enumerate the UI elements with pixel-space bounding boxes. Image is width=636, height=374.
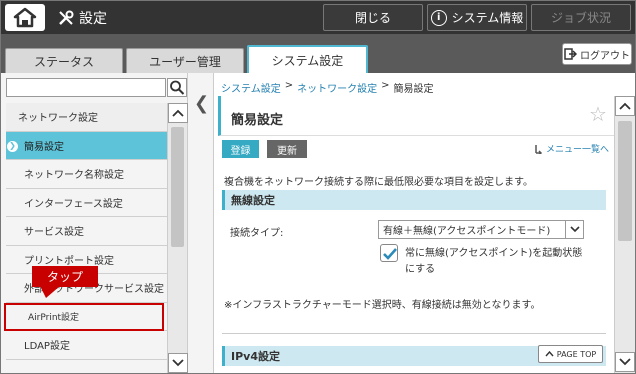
tools-icon (59, 10, 74, 25)
system-info-label: システム情報 (451, 11, 524, 25)
menu-item-label: プリントポート設定 (24, 255, 114, 267)
intro-text: 複合機をネットワーク接続する際に最低限必要な項目を設定します。 (224, 177, 533, 188)
search-button[interactable] (167, 78, 187, 97)
main-content: 簡易設定 ☆ 登録 更新 メニュー一覧へ 複合機をネットワーク接続する際に最低限… (218, 96, 614, 372)
scroll-down-button[interactable] (615, 352, 635, 372)
menu-item-label: インターフェース設定 (24, 198, 123, 210)
chevron-right-icon: ❯ (7, 140, 18, 152)
connection-type-value: 有線＋無線(アクセスポイントモード) (383, 226, 551, 237)
scroll-down-button[interactable] (168, 353, 188, 373)
menu-item-label: ネットワーク設定 (18, 113, 98, 125)
menu-item-service[interactable]: サービス設定 (6, 217, 167, 246)
logout-label: ログアウト (580, 50, 630, 62)
system-info-button[interactable]: i システム情報 (427, 4, 527, 31)
action-row: 登録 更新 メニュー一覧へ (218, 140, 614, 158)
always-wireless-checkbox[interactable] (380, 244, 398, 262)
menu-item-label: ネットワーク名称設定 (24, 170, 124, 182)
breadcrumb: システム設定 > ネットワーク設定 > 簡易設定 (221, 80, 433, 95)
section-divider (222, 333, 606, 334)
chevron-up-icon (619, 102, 631, 110)
tab-system-settings-label: システム設定 (271, 53, 344, 68)
wireless-section-title: 無線設定 (231, 194, 275, 207)
tab-system-settings[interactable]: システム設定 (247, 45, 368, 73)
settings-title-text: 設定 (79, 11, 107, 27)
star-icon[interactable]: ☆ (589, 102, 607, 126)
menu-item-network-settings[interactable]: ネットワーク設定 (6, 103, 167, 132)
chevron-down-icon (172, 359, 184, 367)
close-button-label: 閉じる (354, 11, 391, 25)
tap-callout: タップ (32, 266, 98, 287)
menu-item-label: LDAP設定 (24, 341, 70, 353)
settings-title: 設定 (57, 8, 107, 28)
chevron-up-icon (545, 351, 554, 357)
scroll-up-button[interactable] (615, 96, 635, 116)
note-text: ※インフラストラクチャーモード選択時、有線接続は無効となります。 (224, 300, 541, 311)
breadcrumb-separator: > (284, 80, 294, 91)
page-title: 簡易設定 (231, 113, 284, 128)
always-wireless-label: 常に無線(アクセスポイント)を起動状態にする (405, 248, 583, 275)
checkmark-icon (383, 248, 397, 260)
sidebar-collapse-handle[interactable]: ❮ (188, 73, 214, 373)
menu-list-link-label: メニュー一覧へ (546, 145, 610, 155)
search-icon (170, 80, 185, 95)
tab-user-management[interactable]: ユーザー管理 (126, 48, 244, 73)
logout-icon (564, 48, 577, 60)
menu-list-link[interactable]: メニュー一覧へ (534, 142, 609, 155)
wireless-section-header: 無線設定 (222, 190, 606, 210)
page-header: 簡易設定 ☆ (218, 96, 614, 136)
scroll-up-button[interactable] (168, 103, 188, 123)
return-arrow-icon (535, 144, 543, 154)
update-button-label: 更新 (277, 145, 297, 157)
chevron-down-icon (565, 221, 583, 238)
register-button[interactable]: 登録 (222, 140, 259, 158)
menu-item-network-name[interactable]: ネットワーク名称設定 (6, 160, 167, 189)
sidebar-scrollbar[interactable] (167, 103, 188, 373)
job-status-button[interactable]: ジョブ状況 (531, 4, 631, 31)
top-bar: 設定 閉じる i システム情報 ジョブ状況 (1, 1, 635, 34)
tap-highlight-box (4, 303, 164, 331)
breadcrumb-network-settings[interactable]: ネットワーク設定 (297, 80, 377, 95)
tap-callout-pointer (40, 286, 60, 298)
chevron-down-icon (619, 358, 631, 366)
tab-bar: ステータス ユーザー管理 システム設定 ログアウト (1, 34, 635, 73)
close-button[interactable]: 閉じる (323, 4, 423, 31)
chevron-left-icon: ❮ (194, 93, 210, 114)
home-button[interactable] (5, 4, 45, 31)
scroll-thumb[interactable] (618, 121, 632, 241)
tap-callout-label: タップ (46, 270, 83, 284)
update-button[interactable]: 更新 (267, 140, 307, 158)
tab-status-label: ステータス (33, 54, 94, 69)
menu-item-label: サービス設定 (24, 227, 84, 239)
ipv4-section-title: IPv4設定 (231, 350, 280, 363)
chevron-up-icon (172, 109, 184, 117)
connection-type-label: 接続タイプ: (230, 228, 284, 239)
menu-item-label: 簡易設定 (24, 141, 64, 153)
breadcrumb-separator: > (381, 80, 390, 91)
page-top-button[interactable]: PAGE TOP (538, 345, 603, 363)
tab-status[interactable]: ステータス (5, 48, 123, 73)
content-scrollbar[interactable] (614, 96, 635, 373)
logout-button[interactable]: ログアウト (562, 43, 632, 65)
home-icon (13, 7, 37, 28)
menu-item-interface[interactable]: インターフェース設定 (6, 188, 167, 217)
connection-type-select[interactable]: 有線＋無線(アクセスポイントモード) (378, 220, 584, 239)
page-top-label: PAGE TOP (556, 349, 597, 359)
tab-user-management-label: ユーザー管理 (149, 54, 221, 69)
breadcrumb-system-settings[interactable]: システム設定 (221, 80, 281, 95)
info-icon: i (430, 9, 447, 26)
menu-search-input[interactable] (6, 78, 166, 97)
menu-item-easy-settings[interactable]: ❯ 簡易設定 (6, 131, 167, 160)
scroll-thumb[interactable] (171, 127, 184, 247)
register-button-label: 登録 (230, 145, 251, 157)
breadcrumb-current: 簡易設定 (393, 84, 434, 95)
job-status-label: ジョブ状況 (550, 11, 611, 25)
menu-item-ldap[interactable]: LDAP設定 (6, 331, 167, 360)
